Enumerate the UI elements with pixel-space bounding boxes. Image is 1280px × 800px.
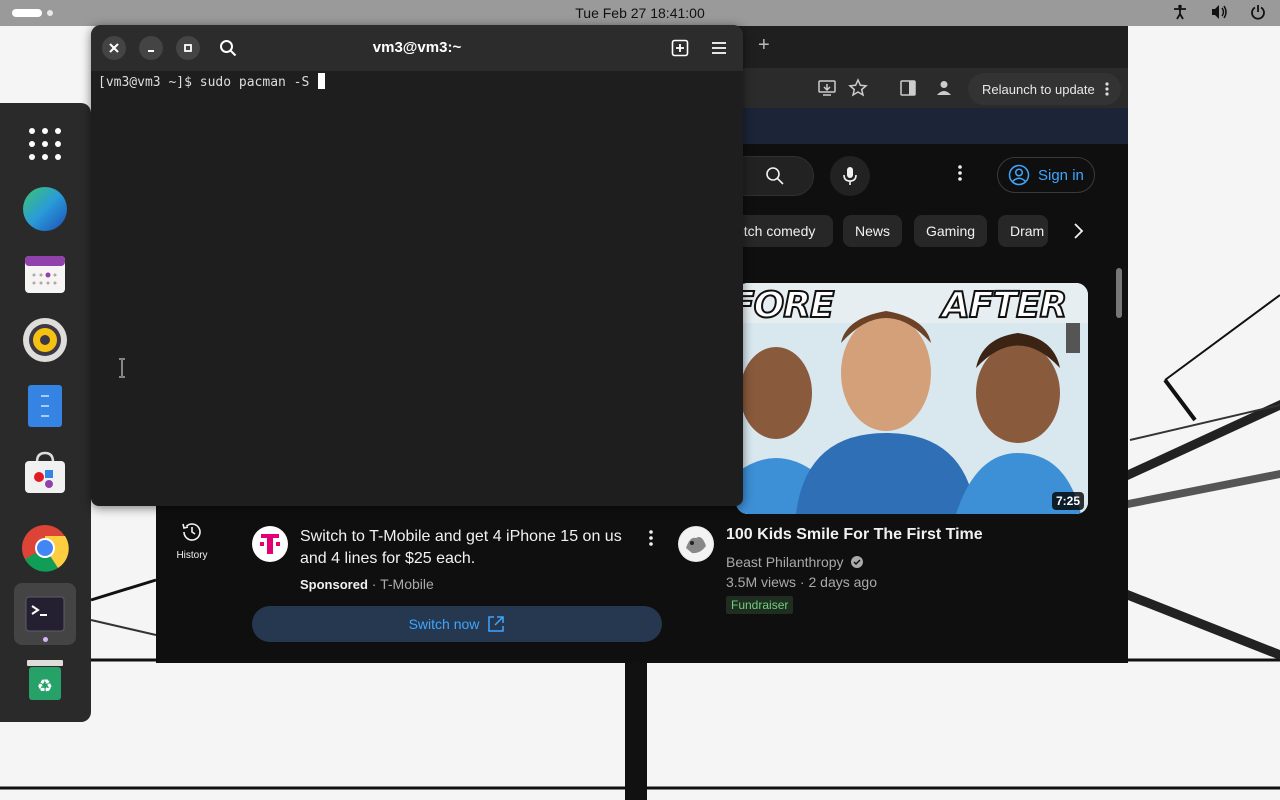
sign-in-button[interactable]: Sign in: [997, 157, 1095, 193]
svg-text:♻: ♻: [37, 676, 53, 697]
history-icon: [182, 523, 201, 541]
bookmark-star-icon[interactable]: [848, 78, 868, 98]
volume-icon[interactable]: [1210, 4, 1228, 20]
running-indicator: [43, 637, 48, 642]
calendar-launcher[interactable]: [14, 243, 76, 305]
profile-icon[interactable]: [934, 78, 954, 98]
chevron-right-icon[interactable]: [1072, 221, 1084, 241]
terminal-output[interactable]: [vm3@vm3 ~]$ sudo pacman -S: [98, 73, 326, 90]
clock[interactable]: Tue Feb 27 18:41:00: [0, 5, 1280, 21]
dock: ♻: [0, 103, 91, 722]
video-channel[interactable]: Beast Philanthropy: [726, 554, 864, 570]
terminal-window[interactable]: vm3@vm3:~ [vm3@vm3 ~]$ sudo pacman -S: [91, 25, 743, 506]
accessibility-icon[interactable]: [1172, 4, 1188, 20]
ad-more-icon[interactable]: [649, 530, 653, 546]
page-scrollbar[interactable]: [1116, 268, 1122, 318]
chip-sketch-comedy[interactable]: etch comedy: [730, 215, 833, 247]
relaunch-label: Relaunch to update: [982, 81, 1095, 97]
channel-logo-icon: [679, 527, 713, 561]
advertiser-avatar[interactable]: [252, 526, 288, 562]
guide-history[interactable]: History: [156, 512, 228, 561]
chrome-menu-icon[interactable]: [1105, 82, 1109, 96]
app-grid-icon: [29, 128, 61, 160]
trash-icon: ♻: [27, 660, 63, 700]
chrome-launcher[interactable]: [14, 517, 76, 579]
microphone-icon: [843, 167, 857, 185]
chrome-icon: [22, 525, 69, 572]
web-browser-launcher[interactable]: [14, 178, 76, 240]
thumbnail-text-before: FORE: [736, 284, 836, 327]
video-title[interactable]: 100 Kids Smile For The First Time: [726, 526, 983, 544]
terminal-header-bar[interactable]: vm3@vm3:~: [91, 25, 743, 71]
video-thumbnail[interactable]: FORE AFTER 7:25: [736, 283, 1088, 514]
t-mobile-logo-icon: [260, 534, 280, 554]
terminal-title: vm3@vm3:~: [372, 39, 462, 56]
speaker-icon: [23, 318, 67, 362]
hamburger-menu-icon[interactable]: [711, 41, 727, 55]
typed-command: sudo pacman -S: [199, 75, 318, 90]
sound-player-launcher[interactable]: [14, 309, 76, 371]
file-manager-launcher[interactable]: [14, 375, 76, 437]
terminal-launcher[interactable]: [14, 583, 76, 645]
new-tab-button[interactable]: +: [758, 34, 770, 57]
trash-launcher[interactable]: ♻: [14, 649, 76, 711]
switch-now-label: Switch now: [408, 616, 480, 632]
thumbnail-text-after: AFTER: [941, 284, 1068, 327]
text-cursor: [318, 73, 326, 89]
terminal-icon: [25, 596, 65, 632]
calendar-icon: [25, 256, 65, 293]
app-grid-button[interactable]: [14, 113, 76, 175]
relaunch-to-update-button[interactable]: Relaunch to update: [968, 73, 1121, 105]
mouse-ibeam-cursor-icon: [119, 358, 125, 378]
channel-avatar[interactable]: [678, 526, 714, 562]
search-icon: [766, 167, 784, 185]
sign-in-label: Sign in: [1038, 166, 1084, 184]
system-tray[interactable]: [1172, 4, 1266, 20]
chip-drama[interactable]: Dram: [998, 215, 1048, 247]
sponsored-label: Sponsored: [300, 577, 368, 592]
video-stats: 3.5M views · 2 days ago: [726, 574, 877, 590]
new-tab-icon[interactable]: [671, 39, 689, 57]
video-duration: 7:25: [1051, 492, 1084, 510]
install-app-icon[interactable]: [817, 78, 837, 98]
power-icon[interactable]: [1250, 4, 1266, 20]
video-age: 2 days ago: [808, 574, 877, 590]
settings-more-icon[interactable]: [958, 165, 962, 181]
software-store-launcher[interactable]: [14, 441, 76, 503]
fundraiser-badge: Fundraiser: [726, 596, 794, 614]
top-bar: Tue Feb 27 18:41:00: [0, 0, 1280, 26]
shell-prompt: [vm3@vm3 ~]$: [98, 75, 200, 90]
ad-meta: Sponsored · T-Mobile: [300, 576, 434, 592]
verified-icon: [850, 556, 863, 568]
files-icon: [28, 385, 62, 427]
switch-now-button[interactable]: Switch now: [252, 606, 662, 642]
channel-name: Beast Philanthropy: [726, 554, 844, 570]
globe-icon: [23, 187, 67, 231]
history-label: History: [176, 550, 208, 561]
chip-news[interactable]: News: [843, 215, 903, 247]
account-icon: [1008, 164, 1030, 186]
search-button[interactable]: [736, 156, 814, 196]
advertiser-name: T-Mobile: [380, 576, 434, 592]
chip-gaming[interactable]: Gaming: [914, 215, 988, 247]
video-views: 3.5M views: [726, 574, 797, 590]
external-link-icon: [488, 616, 505, 632]
voice-search-button[interactable]: [830, 156, 870, 196]
ad-title[interactable]: Switch to T-Mobile and get 4 iPhone 15 o…: [300, 526, 640, 570]
shopping-bag-icon: [25, 451, 65, 493]
side-panel-icon[interactable]: [898, 78, 918, 98]
